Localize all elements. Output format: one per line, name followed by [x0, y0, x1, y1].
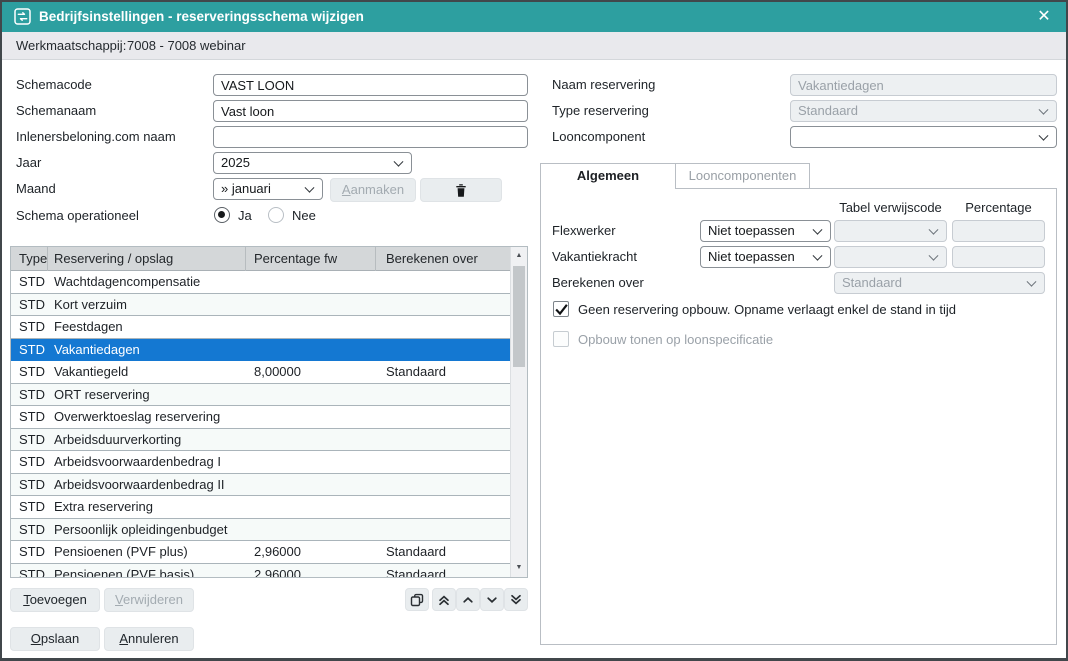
- chevron-down-icon: [929, 225, 939, 235]
- aanmaken-button[interactable]: Aanmaken: [330, 178, 416, 202]
- chevron-down-icon: [1039, 105, 1049, 115]
- table-row[interactable]: STDArbeidsvoorwaardenbedrag II: [11, 474, 510, 497]
- toevoegen-button[interactable]: Toevoegen: [10, 588, 100, 612]
- flexwerker-select[interactable]: Niet toepassen: [700, 220, 831, 242]
- col-header-berekenen-over: Berekenen over: [376, 247, 512, 271]
- chevron-up-icon: [462, 594, 474, 606]
- table-row[interactable]: STDKort verzuim: [11, 294, 510, 317]
- title-bar: Bedrijfsinstellingen - reserveringsschem…: [2, 2, 1066, 32]
- opslaan-button[interactable]: Opslaan: [10, 627, 100, 651]
- col-header-percentage-fw: Percentage fw: [246, 247, 376, 271]
- tab-looncomponenten[interactable]: Looncomponenten: [676, 163, 810, 189]
- chevron-down-icon: [1027, 277, 1037, 287]
- jaar-label: Jaar: [16, 152, 41, 174]
- berekenen-over-label: Berekenen over: [552, 272, 644, 294]
- dialog-title: Bedrijfsinstellingen - reserveringsschem…: [39, 2, 364, 32]
- schemanaam-label: Schemanaam: [16, 100, 96, 122]
- radio-ja-label: Ja: [238, 205, 252, 227]
- table-header: Type Reservering / opslag Percentage fw …: [11, 247, 510, 271]
- tabel-verwijscode-header: Tabel verwijscode: [834, 200, 947, 215]
- type-reservering-label: Type reservering: [552, 100, 649, 122]
- tab-algemeen[interactable]: Algemeen: [540, 163, 676, 189]
- opbouw-tonen-label: Opbouw tonen op loonspecificatie: [578, 331, 773, 348]
- table-row[interactable]: STDArbeidsduurverkorting: [11, 429, 510, 452]
- looncomponent-label: Looncomponent: [552, 126, 645, 148]
- werkmaatschappij-bar: Werkmaatschappij: 7008 - 7008 webinar: [2, 32, 1066, 60]
- table-row[interactable]: STDFeestdagen: [11, 316, 510, 339]
- schema-operationeel-label: Schema operationeel: [16, 205, 139, 227]
- table-row[interactable]: STDOverwerktoeslag reservering: [11, 406, 510, 429]
- inlenersbeloning-input[interactable]: [213, 126, 528, 148]
- vakantiekracht-select[interactable]: Niet toepassen: [700, 246, 831, 268]
- move-bottom-button[interactable]: [504, 588, 528, 611]
- vakantiekracht-label: Vakantiekracht: [552, 246, 637, 268]
- verwijderen-button[interactable]: Verwijderen: [104, 588, 194, 612]
- transfer-arrows-icon: [14, 8, 31, 25]
- table-body: STDWachtdagencompensatieSTDKort verzuimS…: [11, 271, 510, 577]
- reserveringen-table: Type Reservering / opslag Percentage fw …: [10, 246, 528, 578]
- chevron-down-icon: [1039, 131, 1049, 141]
- double-chevron-up-icon: [438, 594, 450, 606]
- double-chevron-down-icon: [510, 594, 522, 606]
- table-row[interactable]: STDVakantiedagen: [11, 339, 510, 362]
- werkmaatschappij-value: 7008 - 7008 webinar: [127, 32, 246, 60]
- table-row[interactable]: STDPersoonlijk opleidingenbudget: [11, 519, 510, 542]
- move-down-button[interactable]: [480, 588, 504, 611]
- scroll-up-icon[interactable]: ▲: [511, 248, 527, 264]
- chevron-down-icon: [813, 251, 823, 261]
- jaar-select[interactable]: 2025: [213, 152, 412, 174]
- berekenen-over-select[interactable]: Standaard: [834, 272, 1045, 294]
- close-icon[interactable]: ✕: [1032, 5, 1056, 29]
- looncomponent-select[interactable]: [790, 126, 1057, 148]
- table-row[interactable]: STDPensioenen (PVF basis)2,96000Standaar…: [11, 564, 510, 579]
- flexwerker-label: Flexwerker: [552, 220, 616, 242]
- schemacode-label: Schemacode: [16, 74, 92, 96]
- trash-icon: [454, 183, 468, 198]
- table-row[interactable]: STDORT reservering: [11, 384, 510, 407]
- move-top-button[interactable]: [432, 588, 456, 611]
- table-row[interactable]: STDPensioenen (PVF plus)2,96000Standaard: [11, 541, 510, 564]
- naam-reservering-input[interactable]: [790, 74, 1057, 96]
- table-row[interactable]: STDWachtdagencompensatie: [11, 271, 510, 294]
- flexwerker-verwijscode-select[interactable]: [834, 220, 947, 242]
- annuleren-button[interactable]: Annuleren: [104, 627, 194, 651]
- inlenersbeloning-label: Inlenersbeloning.com naam: [16, 126, 176, 148]
- table-row[interactable]: STDArbeidsvoorwaardenbedrag I: [11, 451, 510, 474]
- chevron-down-icon: [394, 157, 404, 167]
- table-row[interactable]: STDVakantiegeld8,00000Standaard: [11, 361, 510, 384]
- maand-select[interactable]: » januari: [213, 178, 323, 200]
- dialog-window: Bedrijfsinstellingen - reserveringsschem…: [0, 0, 1068, 661]
- schemacode-input[interactable]: [213, 74, 528, 96]
- scrollbar-thumb[interactable]: [513, 266, 525, 367]
- geen-reservering-label: Geen reservering opbouw. Opname verlaagt…: [578, 301, 956, 318]
- percentage-header: Percentage: [952, 200, 1045, 215]
- col-header-type: Type: [11, 247, 48, 271]
- werkmaatschappij-label: Werkmaatschappij:: [16, 32, 126, 60]
- radio-nee[interactable]: [268, 207, 284, 223]
- copy-button[interactable]: [405, 588, 429, 611]
- radio-ja[interactable]: [214, 207, 230, 223]
- opbouw-tonen-checkbox[interactable]: [553, 331, 569, 347]
- flexwerker-percentage-input[interactable]: [952, 220, 1045, 242]
- scroll-down-icon[interactable]: ▼: [511, 560, 527, 576]
- col-header-reservering: Reservering / opslag: [48, 247, 246, 271]
- table-row[interactable]: STDExtra reservering: [11, 496, 510, 519]
- vakantiekracht-verwijscode-select[interactable]: [834, 246, 947, 268]
- table-scrollbar[interactable]: ▲ ▼: [510, 247, 527, 577]
- chevron-down-icon: [305, 183, 315, 193]
- chevron-down-icon: [813, 225, 823, 235]
- move-up-button[interactable]: [456, 588, 480, 611]
- copy-icon: [410, 593, 424, 607]
- chevron-down-icon: [486, 594, 498, 606]
- maand-label: Maand: [16, 178, 56, 200]
- schemanaam-input[interactable]: [213, 100, 528, 122]
- type-reservering-select[interactable]: Standaard: [790, 100, 1057, 122]
- delete-button[interactable]: [420, 178, 502, 202]
- radio-nee-label: Nee: [292, 205, 316, 227]
- chevron-down-icon: [929, 251, 939, 261]
- naam-reservering-label: Naam reservering: [552, 74, 655, 96]
- geen-reservering-checkbox[interactable]: [553, 301, 569, 317]
- vakantiekracht-percentage-input[interactable]: [952, 246, 1045, 268]
